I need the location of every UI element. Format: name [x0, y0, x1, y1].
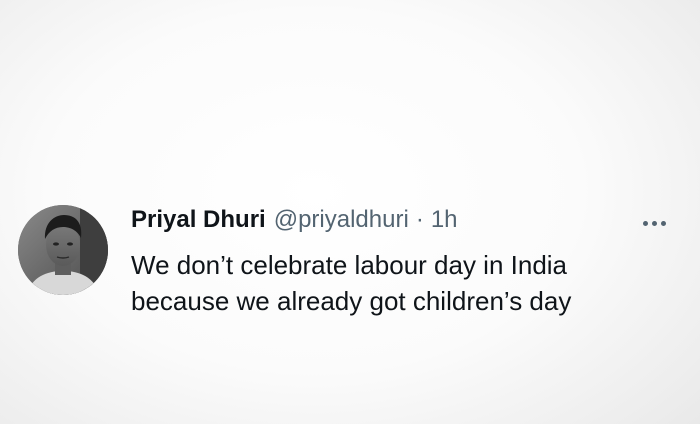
- more-horizontal-icon: [642, 220, 648, 226]
- timestamp[interactable]: 1h: [431, 203, 458, 237]
- tweet-text-line: because we already got children’s day: [131, 286, 572, 316]
- more-horizontal-icon-dot: [660, 220, 666, 226]
- tweet-header: Priyal Dhuri @priyaldhuri · 1h: [131, 203, 458, 237]
- more-horizontal-icon-dot: [651, 220, 657, 226]
- avatar[interactable]: [18, 205, 108, 295]
- tweet-card[interactable]: Priyal Dhuri @priyaldhuri · 1h We don’t …: [0, 0, 700, 424]
- author-name[interactable]: Priyal Dhuri: [131, 203, 266, 237]
- avatar-photo: [18, 205, 108, 295]
- tweet-text-line: We don’t celebrate labour day in India: [131, 250, 568, 280]
- tweet-text: We don’t celebrate labour day in India b…: [131, 247, 651, 319]
- separator-dot: ·: [415, 206, 424, 233]
- author-handle[interactable]: @priyaldhuri: [274, 203, 409, 237]
- more-options-button[interactable]: [638, 210, 670, 236]
